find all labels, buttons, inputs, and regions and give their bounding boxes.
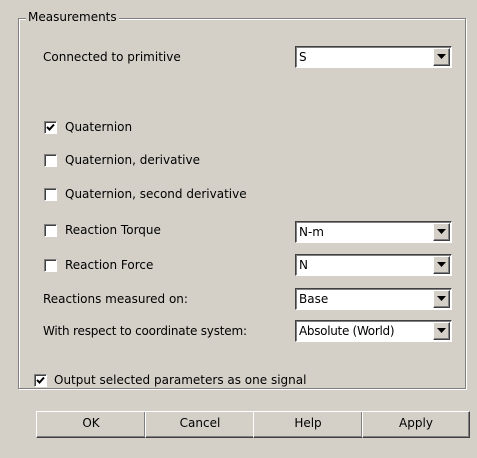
apply-button[interactable]: Apply xyxy=(362,411,470,438)
force-unit-dropdown-button[interactable] xyxy=(433,256,450,274)
help-button[interactable]: Help xyxy=(253,411,363,438)
torque-unit-dropdown-button[interactable] xyxy=(433,223,450,241)
chevron-down-icon xyxy=(437,328,446,333)
cancel-button[interactable]: Cancel xyxy=(145,411,255,438)
reactions-dropdown[interactable]: Base xyxy=(295,288,452,310)
quaternion-second-derivative-label: Quaternion, second derivative xyxy=(65,187,247,201)
quaternion-derivative-checkbox[interactable] xyxy=(44,154,57,167)
reactions-label: Reactions measured on: xyxy=(43,292,188,306)
quaternion-derivative-label: Quaternion, derivative xyxy=(65,153,200,167)
checkmark-icon xyxy=(46,123,55,131)
quaternion-second-derivative-checkbox[interactable] xyxy=(44,188,57,201)
coord-label: With respect to coordinate system: xyxy=(43,324,247,338)
chevron-down-icon xyxy=(437,229,446,234)
output-one-signal-label: Output selected parameters as one signal xyxy=(54,373,307,387)
connected-value: S xyxy=(299,50,307,64)
reactions-dropdown-button[interactable] xyxy=(433,290,450,308)
reaction-force-checkbox[interactable] xyxy=(44,259,57,272)
chevron-down-icon xyxy=(437,262,446,267)
force-unit-value: N xyxy=(299,258,308,272)
quaternion-checkbox[interactable] xyxy=(44,121,57,134)
output-one-signal-checkbox[interactable] xyxy=(34,374,47,387)
torque-unit-value: N-m xyxy=(299,225,324,239)
connected-dropdown-button[interactable] xyxy=(433,48,450,66)
reaction-force-label: Reaction Force xyxy=(65,258,154,272)
coord-dropdown-button[interactable] xyxy=(433,322,450,340)
checkmark-icon xyxy=(36,376,45,384)
force-unit-dropdown[interactable]: N xyxy=(295,254,452,276)
reaction-torque-checkbox[interactable] xyxy=(44,224,57,237)
quaternion-label: Quaternion xyxy=(65,120,133,134)
coord-value: Absolute (World) xyxy=(299,324,395,338)
coord-dropdown[interactable]: Absolute (World) xyxy=(295,320,452,342)
connected-dropdown[interactable]: S xyxy=(295,46,452,68)
group-title: Measurements xyxy=(26,9,119,25)
ok-button[interactable]: OK xyxy=(36,411,146,438)
reactions-value: Base xyxy=(299,292,329,306)
chevron-down-icon xyxy=(437,54,446,59)
torque-unit-dropdown[interactable]: N-m xyxy=(295,221,452,243)
connected-label: Connected to primitive xyxy=(43,50,181,64)
reaction-torque-label: Reaction Torque xyxy=(65,223,161,237)
chevron-down-icon xyxy=(437,296,446,301)
